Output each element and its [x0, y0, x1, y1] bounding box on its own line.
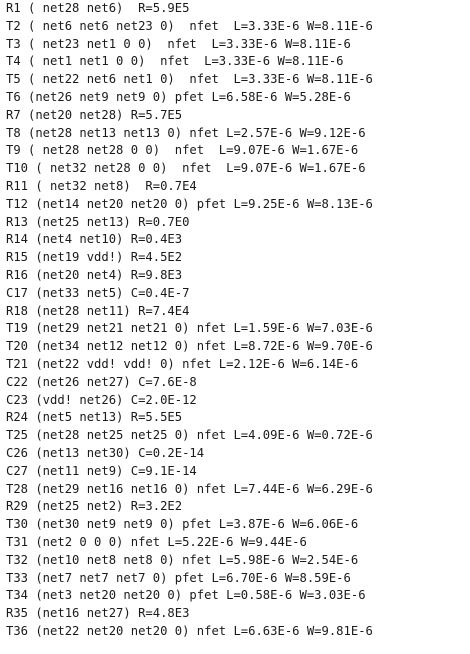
netlist-line-r7: R7 (net20 net28) R=5.7E5 — [6, 107, 183, 122]
netlist-line-t4: T4 ( net1 net1 0 0) nfet L=3.33E-6 W=8.1… — [6, 54, 344, 69]
netlist-line-t3: T3 ( net23 net1 0 0) nfet L=3.33E-6 W=8.… — [6, 36, 351, 51]
netlist-line-t21: T21 (net22 vdd! vdd! 0) nfet L=2.12E-6 W… — [6, 356, 359, 371]
netlist-line-t25: T25 (net28 net25 net25 0) nfet L=4.09E-6… — [6, 428, 373, 443]
netlist-line-r35: R35 (net16 net27) R=4.8E3 — [6, 606, 190, 621]
netlist-line-t31: T31 (net2 0 0 0) nfet L=5.22E-6 W=9.44E-… — [6, 534, 307, 549]
netlist-line-t33: T33 (net7 net7 net7 0) pfet L=6.70E-6 W=… — [6, 570, 351, 585]
netlist-line-t28: T28 (net29 net16 net16 0) nfet L=7.44E-6… — [6, 481, 373, 496]
netlist-text-area[interactable]: R1 ( net28 net6) R=5.9E5 T2 ( net6 net6 … — [0, 0, 470, 654]
netlist-line-t19: T19 (net29 net21 net21 0) nfet L=1.59E-6… — [6, 321, 373, 336]
netlist-line-t20: T20 (net34 net12 net12 0) nfet L=8.72E-6… — [6, 339, 373, 354]
netlist-line-r11: R11 ( net32 net8) R=0.7E4 — [6, 178, 197, 193]
netlist-line-r15: R15 (net19 vdd!) R=4.5E2 — [6, 250, 183, 265]
netlist-line-r1: R1 ( net28 net6) R=5.9E5 — [6, 1, 190, 15]
netlist-line-t32: T32 (net10 net8 net8 0) nfet L=5.98E-6 W… — [6, 552, 359, 567]
netlist-line-t5: T5 ( net22 net6 net1 0) nfet L=3.33E-6 W… — [6, 72, 373, 87]
netlist-line-r29: R29 (net25 net2) R=3.2E2 — [6, 499, 183, 514]
netlist-line-r24: R24 (net5 net13) R=5.5E5 — [6, 410, 183, 425]
netlist-line-c27: C27 (net11 net9) C=9.1E-14 — [6, 463, 197, 478]
netlist-line-t2: T2 ( net6 net6 net23 0) nfet L=3.33E-6 W… — [6, 18, 373, 33]
netlist-line-r18: R18 (net28 net11) R=7.4E4 — [6, 303, 190, 318]
netlist-line-c26: C26 (net13 net30) C=0.2E-14 — [6, 445, 205, 460]
netlist-line-t8: T8 (net28 net13 net13 0) nfet L=2.57E-6 … — [6, 125, 366, 140]
netlist-line-t10: T10 ( net32 net28 0 0) nfet L=9.07E-6 W=… — [6, 161, 366, 176]
netlist-line-r16: R16 (net20 net4) R=9.8E3 — [6, 267, 183, 282]
netlist-line-t34: T34 (net3 net20 net20 0) pfet L=0.58E-6 … — [6, 588, 366, 603]
netlist-line-t6: T6 (net26 net9 net9 0) pfet L=6.58E-6 W=… — [6, 89, 351, 104]
netlist-line-r14: R14 (net4 net10) R=0.4E3 — [6, 232, 183, 247]
netlist-line-r13: R13 (net25 net13) R=0.7E0 — [6, 214, 190, 229]
netlist-line-c22: C22 (net26 net27) C=7.6E-8 — [6, 374, 197, 389]
netlist-line-t9: T9 ( net28 net28 0 0) nfet L=9.07E-6 W=1… — [6, 143, 359, 158]
netlist-line-t12: T12 (net14 net20 net20 0) pfet L=9.25E-6… — [6, 196, 373, 211]
netlist-line-t30: T30 (net30 net9 net9 0) pfet L=3.87E-6 W… — [6, 517, 359, 532]
netlist-line-t36: T36 (net22 net20 net20 0) nfet L=6.63E-6… — [6, 623, 373, 638]
netlist-line-c17: C17 (net33 net5) C=0.4E-7 — [6, 285, 190, 300]
netlist-line-c23: C23 (vdd! net26) C=2.0E-12 — [6, 392, 197, 407]
